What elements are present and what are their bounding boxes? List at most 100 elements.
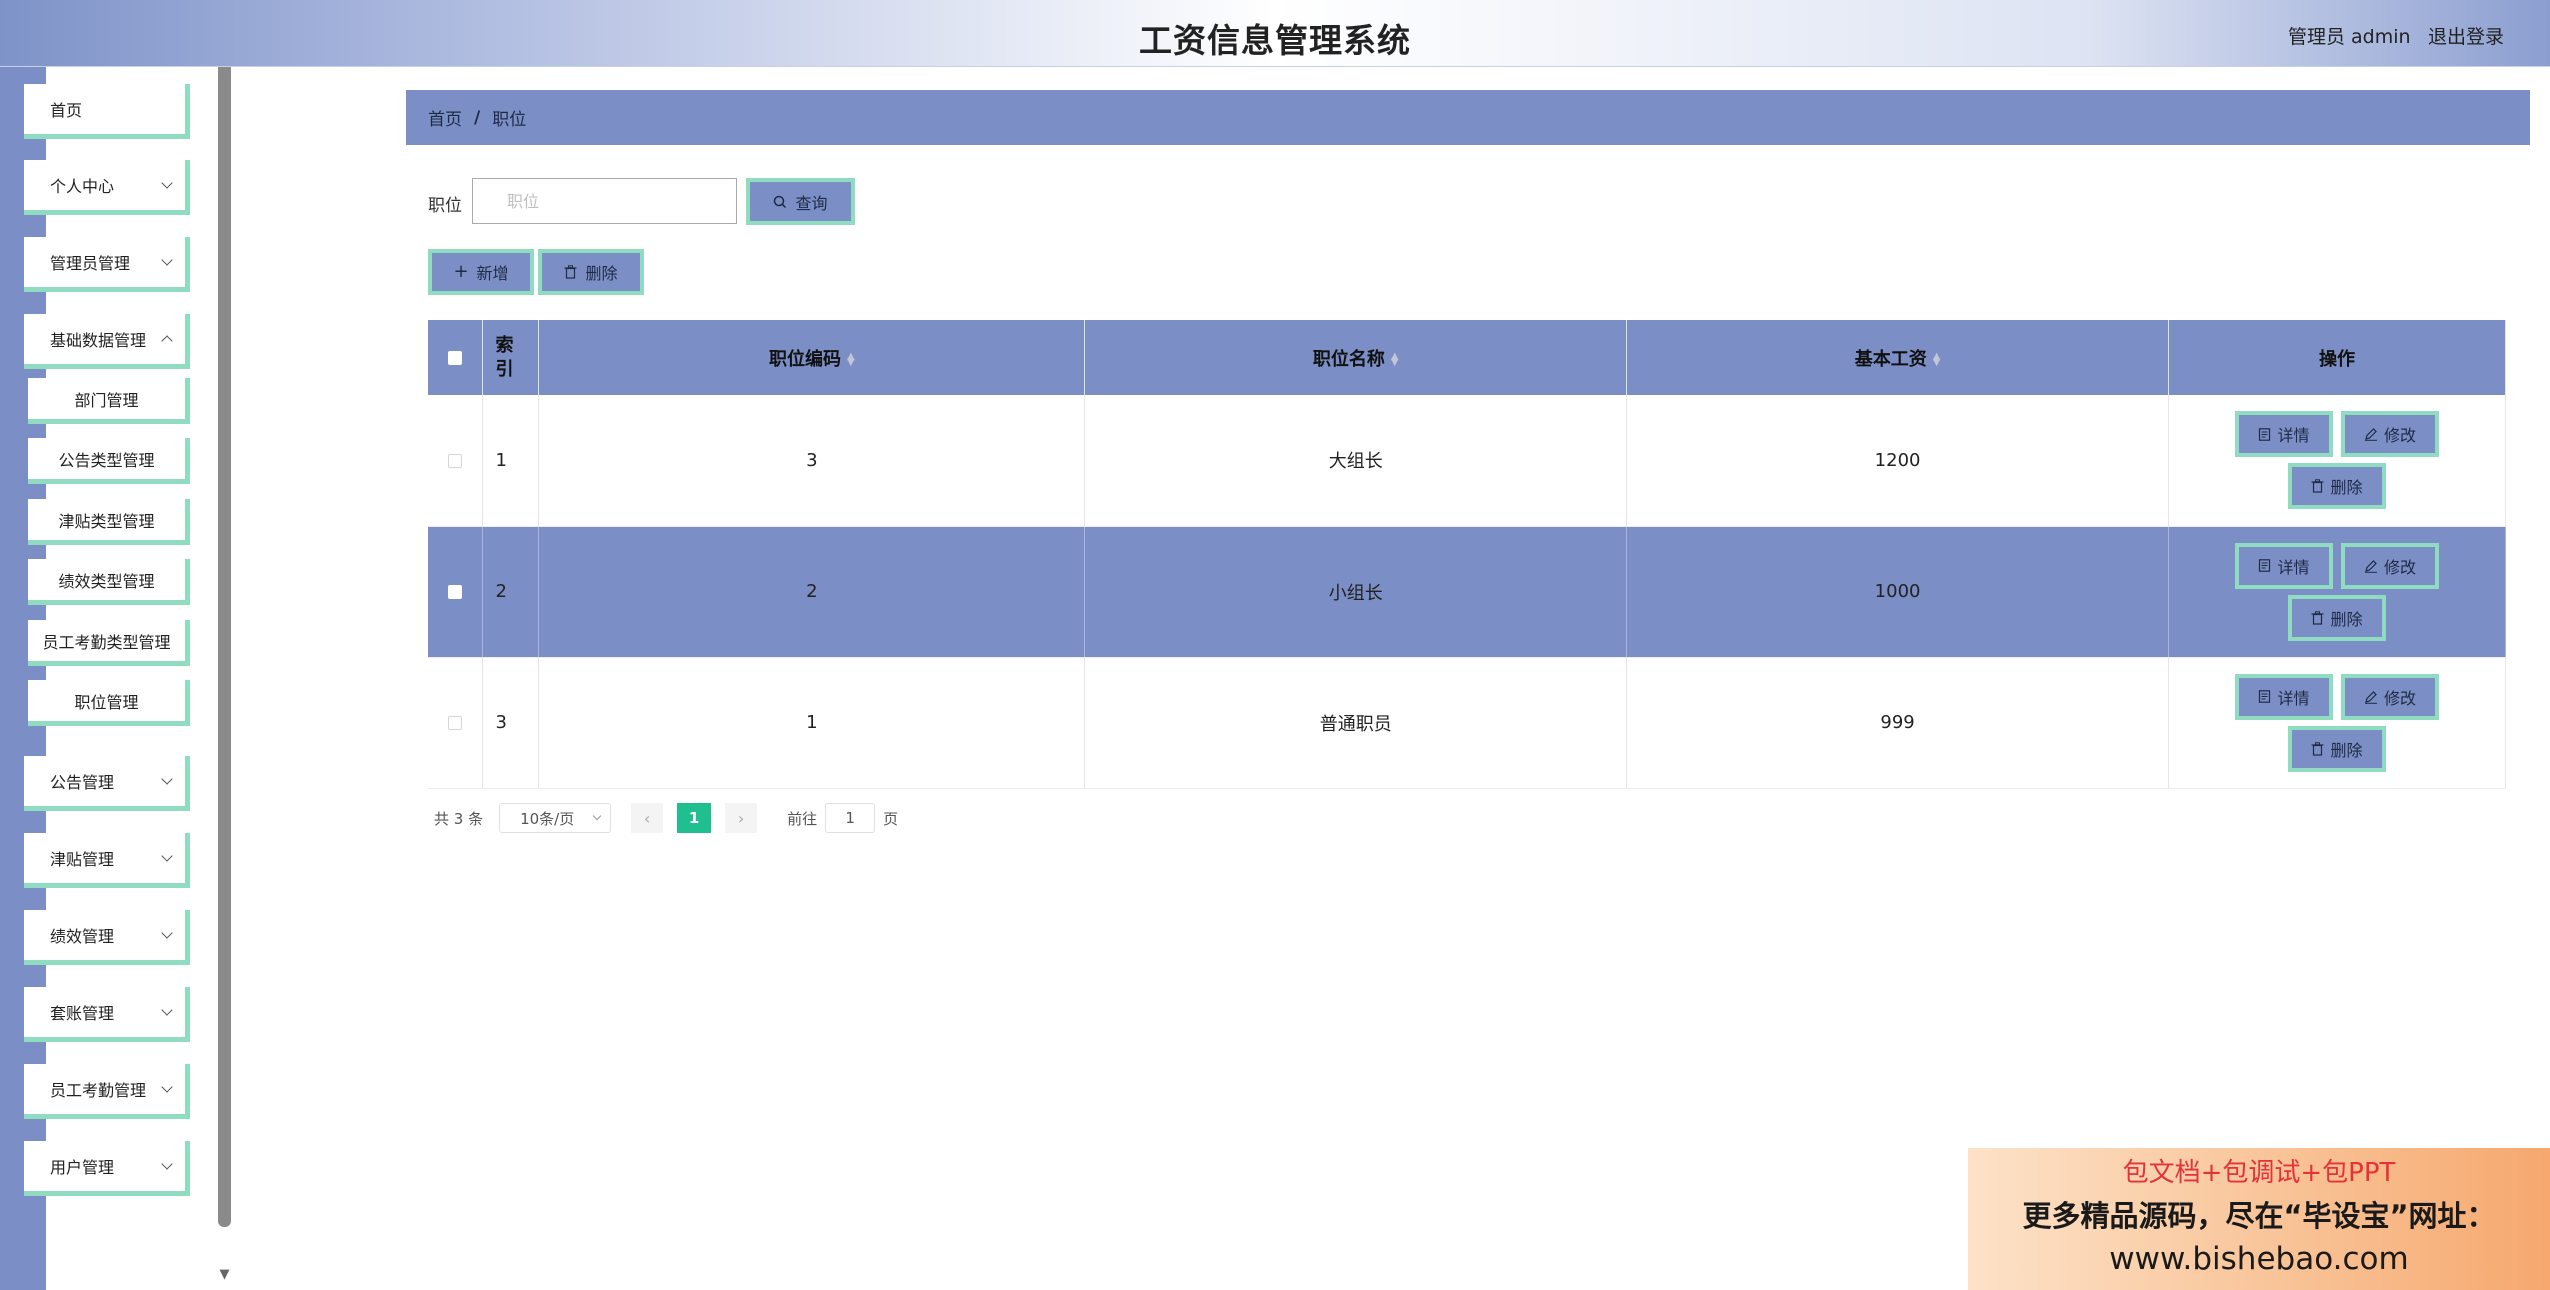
select-all-checkbox[interactable] <box>448 351 463 365</box>
page-size-select[interactable]: 10条/页 <box>499 803 612 833</box>
batch-delete-button[interactable]: 删除 <box>538 249 644 295</box>
add-button[interactable]: + 新增 <box>428 249 534 295</box>
sort-icon[interactable]: ▲ ▼ <box>1391 351 1399 367</box>
row-checkbox[interactable] <box>448 585 463 599</box>
row-actions-top: 详情 修改 <box>2235 542 2439 589</box>
page-size-value: 10条/页 <box>520 809 575 828</box>
trash-icon <box>2311 610 2324 625</box>
page-unit-label: 页 <box>883 809 899 828</box>
table-row[interactable]: 3 1 普通职员 999 详情 修改 删除 <box>428 657 2506 789</box>
cell-base-salary: 999 <box>1626 657 2169 789</box>
batch-delete-label: 删除 <box>585 264 618 283</box>
detail-button-label: 详情 <box>2277 426 2310 446</box>
chevron-down-icon <box>161 177 173 189</box>
sidebar-subitem-position[interactable]: 职位管理 <box>28 680 190 726</box>
table-header-row: 索引 职位编码 ▲ ▼ 职位名称 ▲ ▼ 基本工资 ▲ ▼ 操作 <box>428 320 2506 395</box>
document-icon <box>2259 427 2271 441</box>
column-header-label: 基本工资 <box>1854 348 1927 370</box>
cell-position-code: 2 <box>538 526 1086 658</box>
sidebar-item-label: 个人中心 <box>50 177 115 196</box>
edit-button[interactable]: 修改 <box>2341 542 2439 589</box>
row-checkbox[interactable] <box>448 716 463 730</box>
detail-button-label: 详情 <box>2277 688 2310 708</box>
sort-icon[interactable]: ▲ ▼ <box>847 351 855 367</box>
detail-button[interactable]: 详情 <box>2235 411 2333 458</box>
trash-icon <box>2311 479 2324 493</box>
column-header-code[interactable]: 职位编码 ▲ ▼ <box>538 320 1086 395</box>
sidebar-subitem-performance-type[interactable]: 绩效类型管理 <box>28 559 190 605</box>
sidebar-item-label: 职位管理 <box>74 692 139 712</box>
sidebar-item-profile[interactable]: 个人中心 <box>24 160 190 215</box>
sidebar-item-users[interactable]: 用户管理 <box>24 1141 190 1196</box>
row-actions-top: 详情 修改 <box>2235 673 2439 720</box>
detail-button[interactable]: 详情 <box>2235 542 2333 589</box>
goto-label: 前往 <box>787 809 818 828</box>
sidebar-item-label: 公告管理 <box>50 773 115 792</box>
cell-operations: 详情 修改删除 <box>2168 395 2506 527</box>
goto-page-input[interactable] <box>825 803 876 833</box>
column-header-salary[interactable]: 基本工资 ▲ ▼ <box>1626 320 2169 395</box>
sidebar-item-label: 套账管理 <box>50 1004 115 1023</box>
sidebar-item-admin[interactable]: 管理员管理 <box>24 237 190 292</box>
row-delete-label: 删除 <box>2330 609 2363 629</box>
detail-button-label: 详情 <box>2277 557 2310 577</box>
page-number-current[interactable]: 1 <box>677 803 712 833</box>
detail-button[interactable]: 详情 <box>2235 673 2333 720</box>
chevron-down-icon <box>161 927 173 939</box>
scroll-down-icon[interactable]: ▼ <box>218 1267 231 1282</box>
cell-position-name: 小组长 <box>1084 526 1628 658</box>
position-table: 索引 职位编码 ▲ ▼ 职位名称 ▲ ▼ 基本工资 ▲ ▼ 操作 1 3 大组长 1200 详情 修改… <box>428 320 2506 789</box>
row-checkbox[interactable] <box>448 453 463 468</box>
sidebar-item-allowance[interactable]: 津贴管理 <box>24 833 190 888</box>
row-delete-button[interactable]: 删除 <box>2288 463 2386 510</box>
logout-link[interactable]: 退出登录 <box>2428 22 2504 49</box>
sidebar-subitem-attendance-type[interactable]: 员工考勤类型管理 <box>28 620 190 666</box>
position-search-input[interactable] <box>472 178 737 224</box>
promo-line-1: 包文档+包调试+包PPT <box>2122 1158 2396 1188</box>
sidebar-item-account-set[interactable]: 套账管理 <box>24 987 190 1042</box>
search-button[interactable]: 查询 <box>746 178 855 225</box>
sidebar-item-performance[interactable]: 绩效管理 <box>24 910 190 965</box>
plus-icon: + <box>453 261 469 282</box>
prev-page-button[interactable]: ‹ <box>631 803 664 833</box>
edit-button[interactable]: 修改 <box>2341 673 2439 720</box>
sidebar-item-notice[interactable]: 公告管理 <box>24 756 190 811</box>
table-row[interactable]: 2 2 小组长 1000 详情 修改 删除 <box>428 526 2506 658</box>
sidebar-subitem-notice-type[interactable]: 公告类型管理 <box>28 438 190 484</box>
breadcrumb-home[interactable]: 首页 <box>428 105 462 130</box>
add-button-label: 新增 <box>476 264 509 283</box>
sidebar-item-label: 津贴管理 <box>50 850 115 869</box>
app-title: 工资信息管理系统 <box>1139 21 1411 60</box>
edit-button-label: 修改 <box>2383 557 2416 577</box>
row-delete-button[interactable]: 删除 <box>2288 594 2386 641</box>
next-page-button[interactable]: › <box>725 803 758 833</box>
edit-button[interactable]: 修改 <box>2341 411 2439 458</box>
sidebar-scrollbar[interactable] <box>218 67 231 1227</box>
cell-base-salary: 1200 <box>1626 395 2169 527</box>
row-delete-label: 删除 <box>2330 478 2363 498</box>
sidebar-item-home[interactable]: 首页 <box>24 84 190 139</box>
sidebar-subitem-allowance-type[interactable]: 津贴类型管理 <box>28 499 190 545</box>
sort-icon[interactable]: ▲ ▼ <box>1933 351 1941 367</box>
column-header-ops: 操作 <box>2168 320 2506 395</box>
edit-icon <box>2364 428 2377 442</box>
sidebar-item-label: 津贴类型管理 <box>58 511 155 531</box>
document-icon <box>2259 559 2271 572</box>
trash-icon <box>2311 741 2324 756</box>
row-delete-label: 删除 <box>2330 740 2363 760</box>
chevron-down-icon <box>592 811 602 821</box>
sidebar-subitem-department[interactable]: 部门管理 <box>28 378 190 424</box>
table-row[interactable]: 1 3 大组长 1200 详情 修改 删除 <box>428 395 2506 527</box>
column-header-name[interactable]: 职位名称 ▲ ▼ <box>1084 320 1628 395</box>
cell-operations: 详情 修改删除 <box>2168 526 2506 658</box>
chevron-down-icon <box>161 1004 173 1016</box>
row-actions: 详情 修改删除 <box>2169 542 2505 641</box>
promo-line-2: 更多精品源码，尽在“毕设宝”网址： <box>2022 1199 2496 1233</box>
pagination-total: 共 3 条 <box>434 809 484 828</box>
row-delete-button[interactable]: 删除 <box>2288 725 2386 772</box>
column-header-label: 索引 <box>495 334 514 380</box>
sidebar-item-attendance[interactable]: 员工考勤管理 <box>24 1064 190 1119</box>
column-header-index: 索引 <box>482 320 540 395</box>
sidebar-item-basedata[interactable]: 基础数据管理 <box>24 314 190 369</box>
select-all-cell <box>428 320 484 395</box>
